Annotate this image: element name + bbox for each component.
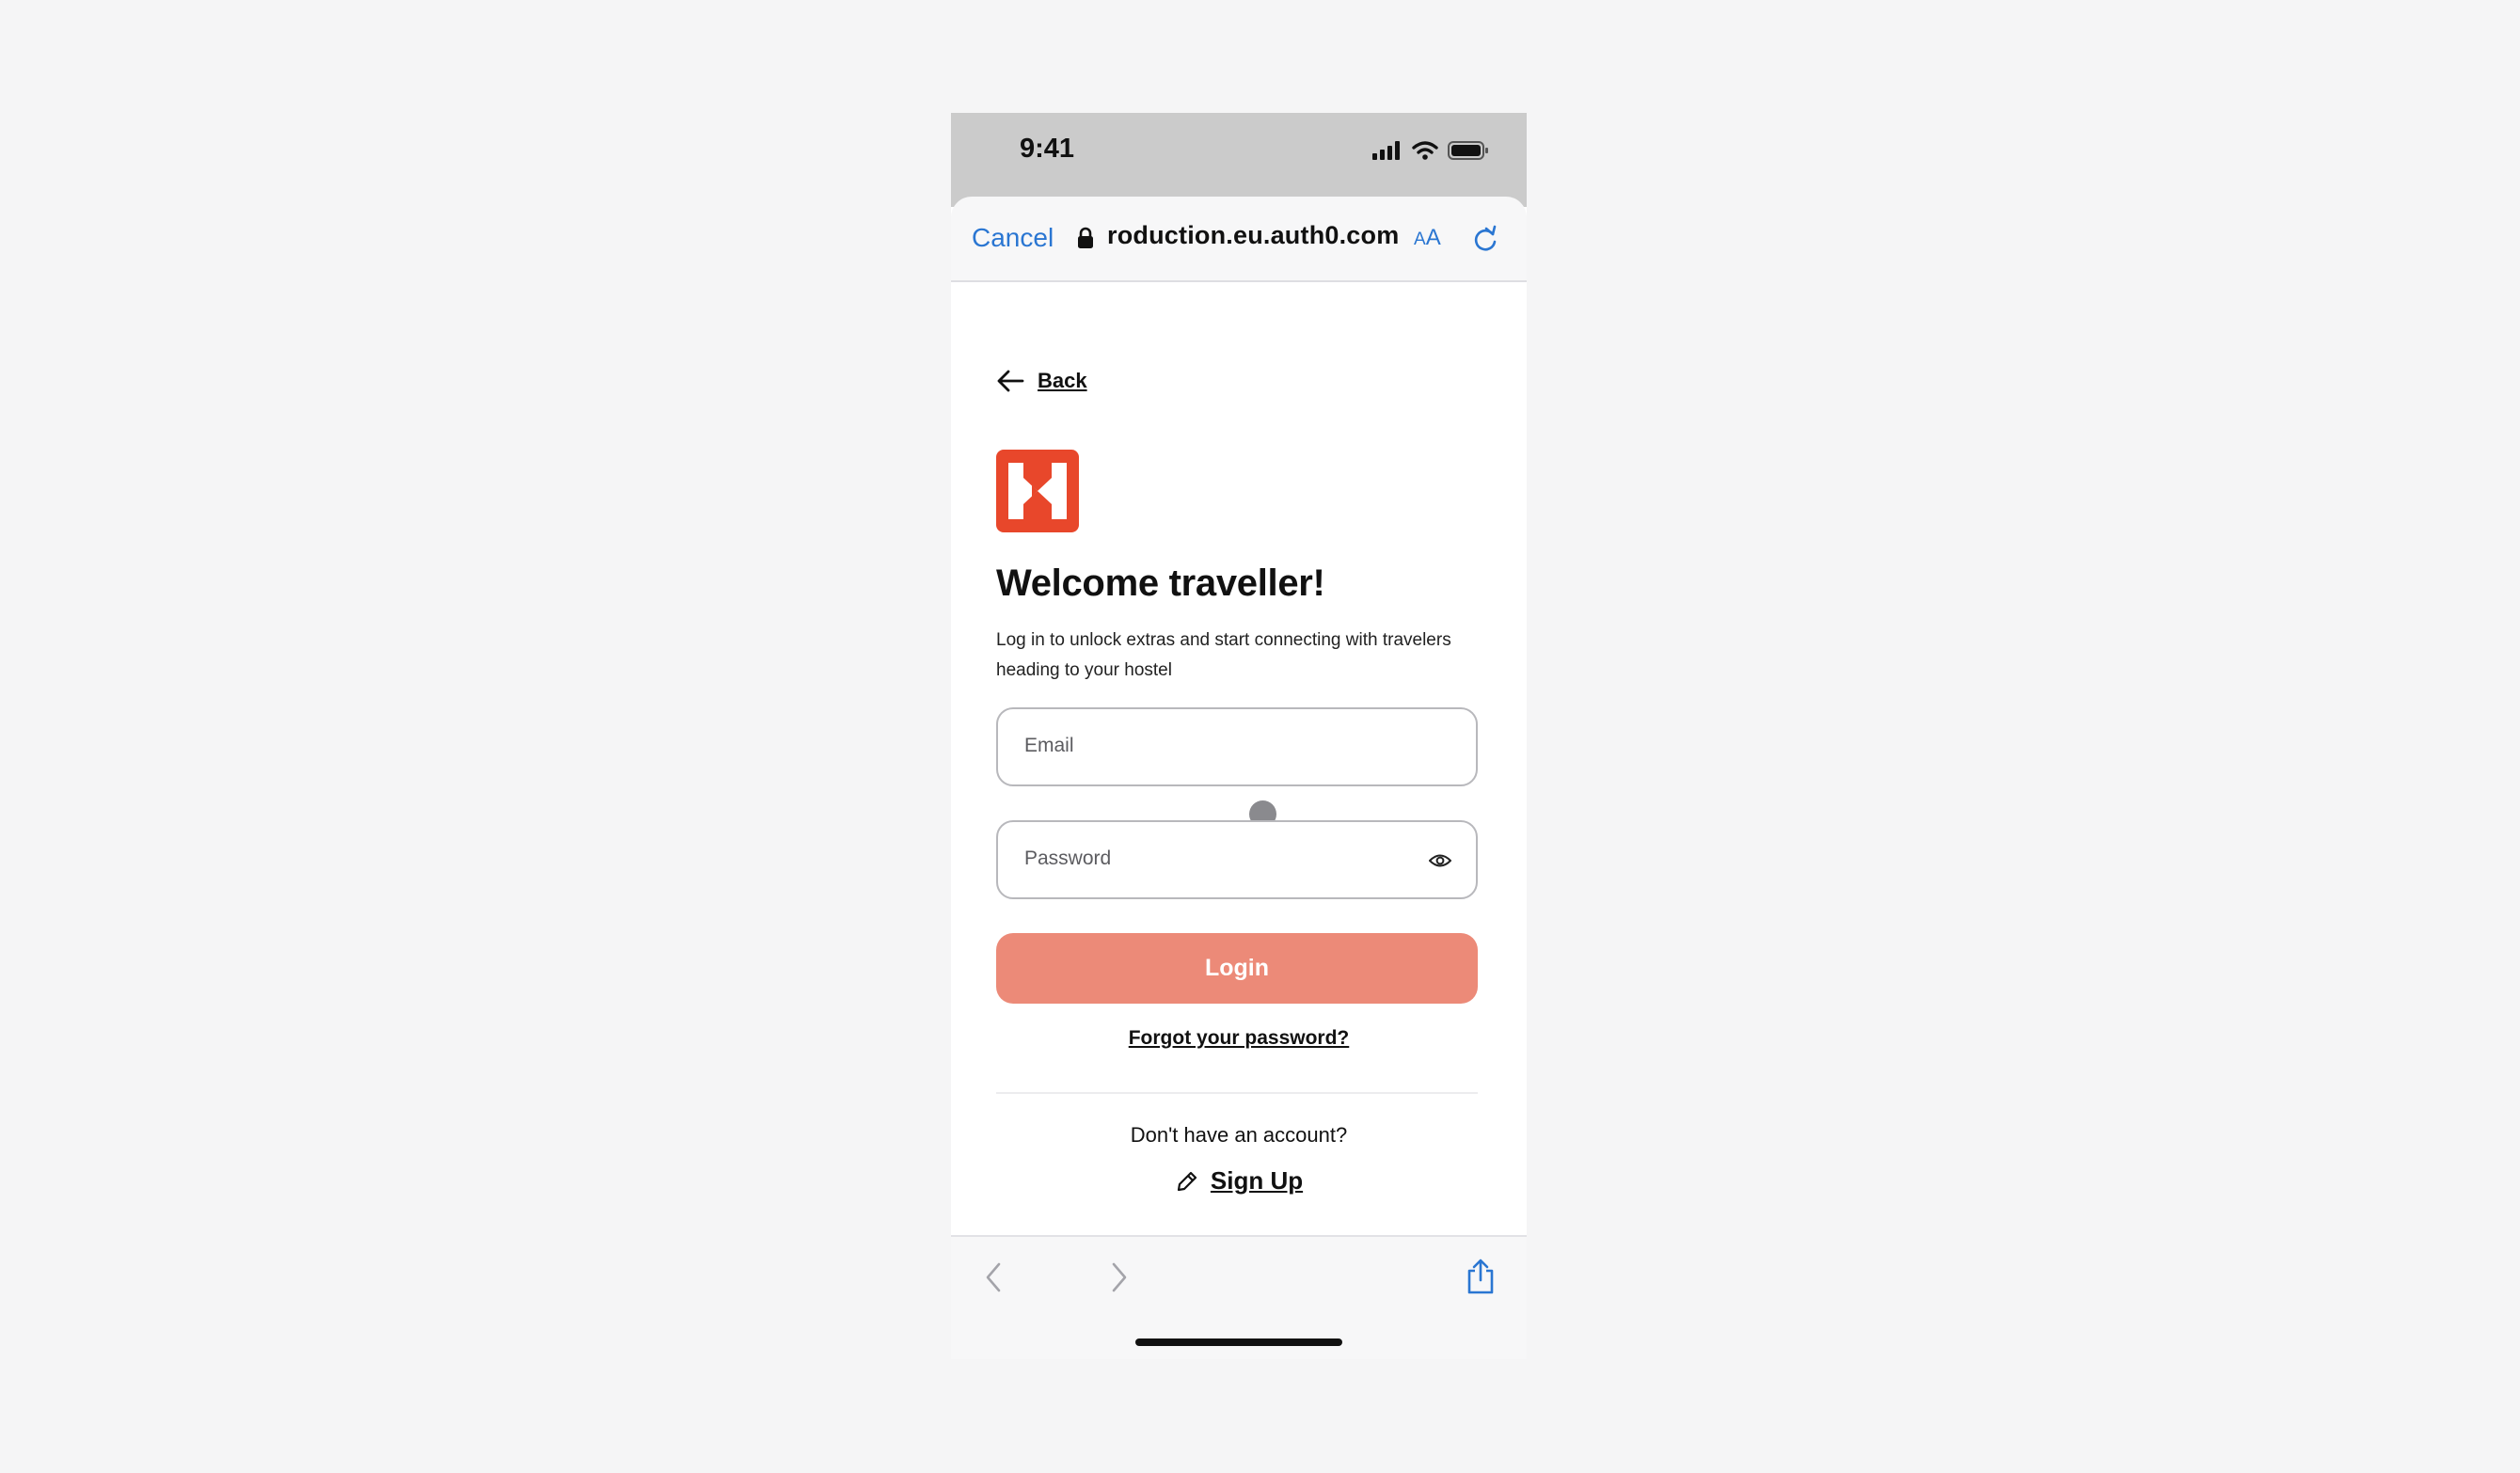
status-icons [1372, 139, 1489, 162]
back-link[interactable]: Back [996, 369, 1087, 393]
divider [996, 1092, 1478, 1094]
eye-icon[interactable] [1429, 852, 1451, 869]
status-bar: 9:41 [951, 113, 1527, 207]
page-title: Welcome traveller! [996, 562, 1325, 604]
cancel-button[interactable]: Cancel [972, 223, 1054, 253]
chevron-right-icon[interactable] [1109, 1261, 1130, 1293]
login-button[interactable]: Login [996, 933, 1478, 1004]
reload-icon[interactable] [1472, 225, 1498, 253]
home-indicator [1135, 1338, 1342, 1346]
signal-icon [1372, 141, 1400, 160]
pencil-icon [1177, 1171, 1197, 1191]
forgot-password-link[interactable]: Forgot your password? [1129, 1027, 1350, 1049]
battery-icon [1448, 141, 1488, 160]
text-size-button[interactable]: AA [1414, 225, 1441, 251]
no-account-text: Don't have an account? [1130, 1123, 1348, 1147]
chevron-left-icon[interactable] [983, 1261, 1004, 1293]
email-input[interactable] [1022, 734, 1403, 758]
signup-label: Sign Up [1210, 1166, 1304, 1195]
page-subtitle: Log in to unlock extras and start connec… [996, 630, 1451, 680]
text-size-large-glyph: A [1425, 225, 1441, 250]
browser-header: Cancel roduction.eu.auth0.com AA [951, 197, 1527, 282]
password-input[interactable] [1022, 847, 1403, 871]
address-url[interactable]: roduction.eu.auth0.com [1107, 221, 1399, 250]
text-size-small-glyph: A [1414, 230, 1426, 249]
arrow-left-icon [997, 370, 1024, 392]
email-field[interactable] [996, 707, 1478, 786]
password-field[interactable] [996, 820, 1478, 899]
browser-toolbar [951, 1235, 1527, 1359]
status-time: 9:41 [1020, 134, 1075, 164]
back-label: Back [1038, 369, 1087, 392]
lock-icon [1078, 227, 1093, 248]
signup-link[interactable]: Sign Up [951, 1166, 1527, 1196]
share-icon[interactable] [1465, 1258, 1497, 1295]
wifi-icon [1412, 141, 1438, 160]
phone-screen: 9:41 Cancel roduction.eu.auth0.com AA Ba… [951, 113, 1527, 1359]
hostelworld-logo [996, 450, 1079, 532]
forgot-password-row: Forgot your password? [951, 1027, 1527, 1050]
